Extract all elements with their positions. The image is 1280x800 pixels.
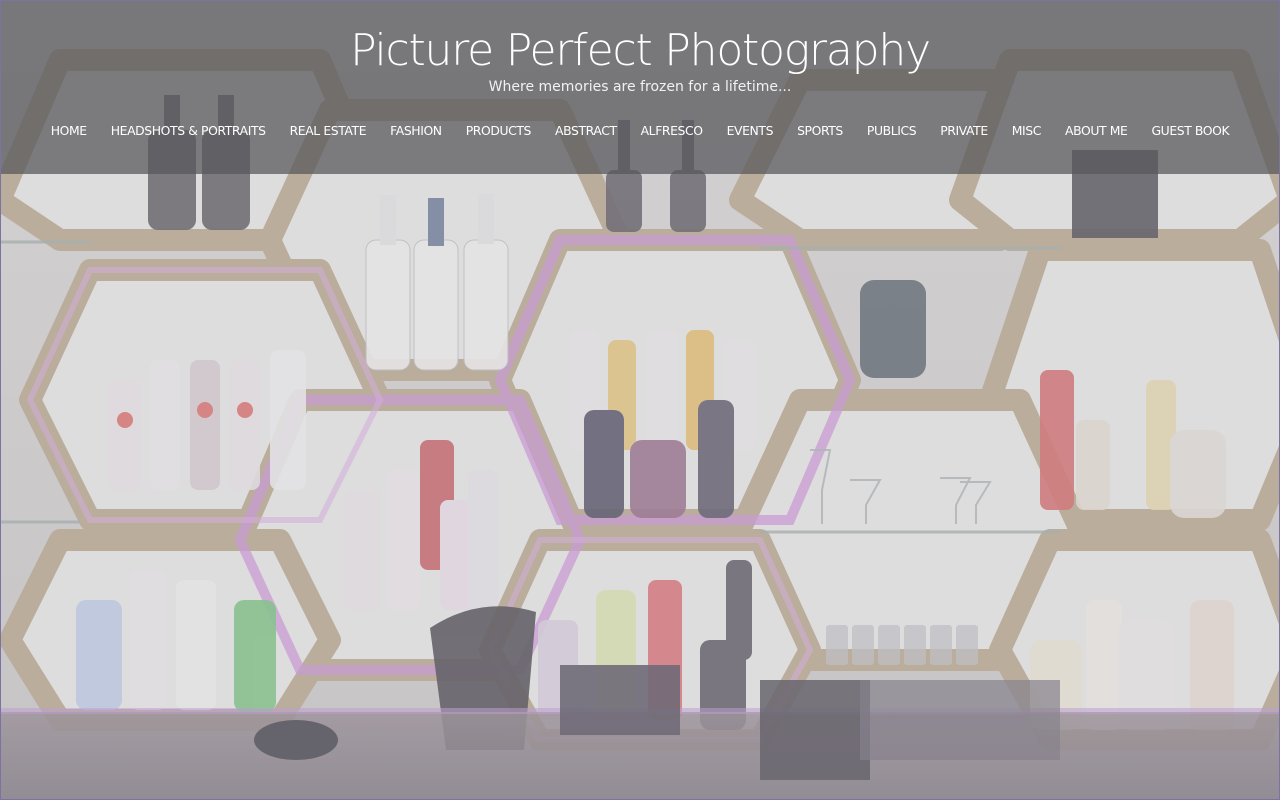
main-navigation: HOME HEADSHOTS & PORTRAITS REAL ESTATE F… xyxy=(0,120,1280,142)
nav-item-sports[interactable]: SPORTS xyxy=(797,120,843,142)
nav-item-guest-book[interactable]: GUEST BOOK xyxy=(1151,120,1229,142)
nav-item-about-me[interactable]: ABOUT ME xyxy=(1065,120,1128,142)
page: Picture Perfect Photography Where memori… xyxy=(0,0,1280,800)
site-tagline: Where memories are frozen for a lifetime… xyxy=(488,79,792,95)
nav-item-abstract[interactable]: ABSTRACT xyxy=(555,120,617,142)
nav-list: HOME HEADSHOTS & PORTRAITS REAL ESTATE F… xyxy=(0,120,1280,142)
nav-item-real-estate[interactable]: REAL ESTATE xyxy=(290,120,367,142)
nav-item-publics[interactable]: PUBLICS xyxy=(867,120,917,142)
nav-item-alfresco[interactable]: ALFRESCO xyxy=(641,120,703,142)
nav-item-products[interactable]: PRODUCTS xyxy=(466,120,532,142)
nav-item-events[interactable]: EVENTS xyxy=(727,120,774,142)
nav-item-headshots-portraits[interactable]: HEADSHOTS & PORTRAITS xyxy=(111,120,266,142)
nav-item-private[interactable]: PRIVATE xyxy=(940,120,988,142)
site-header: Picture Perfect Photography Where memori… xyxy=(0,0,1280,174)
nav-item-home[interactable]: HOME xyxy=(51,120,87,142)
site-title[interactable]: Picture Perfect Photography xyxy=(0,22,1280,80)
nav-item-fashion[interactable]: FASHION xyxy=(390,120,442,142)
nav-item-misc[interactable]: MISC xyxy=(1012,120,1042,142)
